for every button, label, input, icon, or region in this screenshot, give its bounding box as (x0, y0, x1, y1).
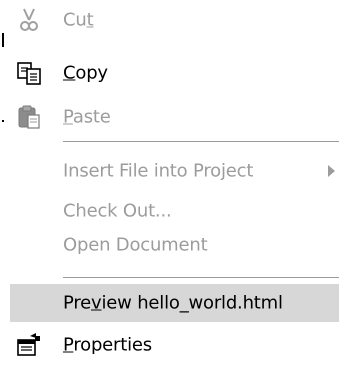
menu-item-cut[interactable]: Cut (10, 2, 339, 38)
menu-item-label: Paste (63, 106, 111, 128)
menu-separator (63, 141, 339, 142)
menu-item-label: Open Document (63, 234, 208, 256)
paste-icon (16, 104, 42, 130)
copy-icon (16, 60, 42, 86)
menu-item-label: Copy (63, 62, 108, 84)
menu-item-check-out[interactable]: Check Out... (10, 193, 339, 229)
menu-item-copy[interactable]: Copy (10, 55, 339, 91)
menu-item-label: Check Out... (63, 200, 172, 222)
window-edge-mark (2, 33, 4, 47)
menu-item-insert-file[interactable]: Insert File into Project (10, 153, 339, 189)
properties-icon (16, 332, 42, 358)
menu-item-label: Properties (63, 334, 152, 356)
menu-item-preview[interactable]: Preview hello_world.html (10, 284, 339, 322)
menu-item-label: Insert File into Project (63, 160, 254, 182)
menu-item-label: Preview hello_world.html (63, 292, 283, 314)
menu-item-label: Cut (63, 9, 94, 31)
menu-separator (63, 277, 339, 278)
context-menu: Cut Copy Paste Insert File into Project … (10, 0, 339, 367)
menu-item-properties[interactable]: Properties (10, 327, 339, 363)
window-edge-dot (2, 120, 4, 122)
menu-item-paste[interactable]: Paste (10, 99, 339, 135)
scissors-icon (16, 7, 42, 33)
submenu-arrow-icon (328, 165, 335, 177)
menu-item-open-document[interactable]: Open Document (10, 227, 339, 263)
